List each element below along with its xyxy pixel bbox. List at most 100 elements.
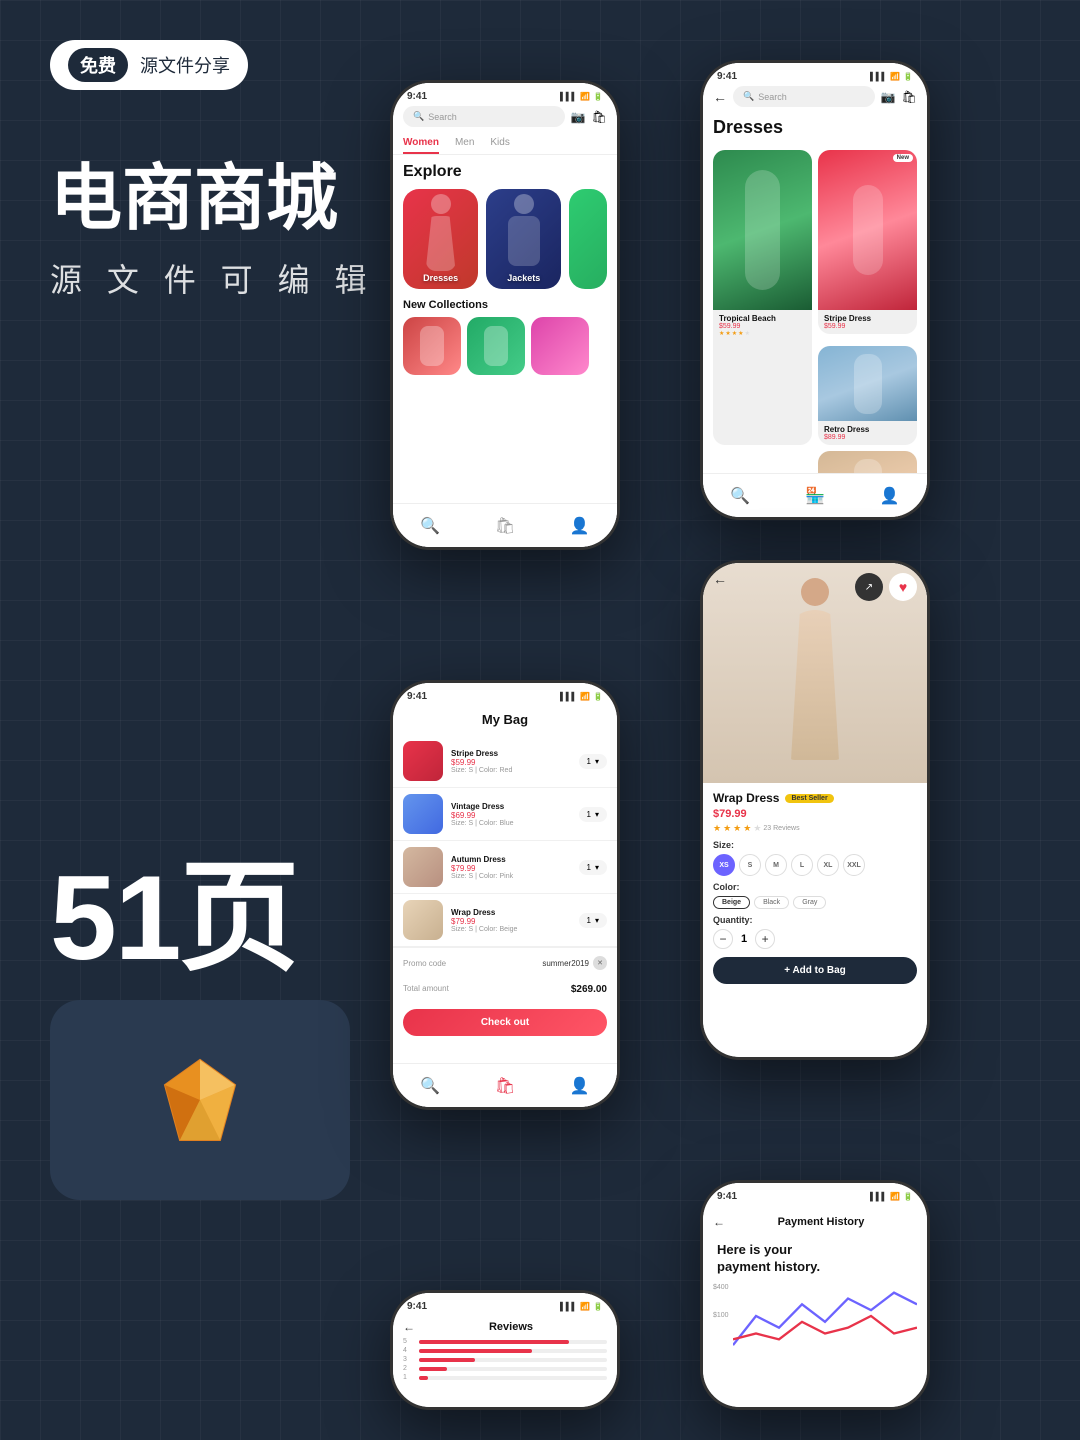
wifi-icon-3: 📶 bbox=[580, 692, 590, 701]
nav-profile-2[interactable]: 👤 bbox=[880, 486, 900, 506]
camera-icon-2[interactable]: 📷 bbox=[881, 90, 896, 104]
product-info: Wrap Dress Best Seller $79.99 ★ ★ ★ ★ ★ … bbox=[703, 783, 927, 992]
category-green[interactable] bbox=[569, 189, 607, 289]
bag-qty-3[interactable]: 1 ▾ bbox=[579, 860, 607, 875]
status-bar-2: 9:41 ▌▌▌ 📶 🔋 bbox=[703, 63, 927, 86]
signal-icon: ▌▌▌ bbox=[560, 92, 577, 101]
wifi-icon: 📶 bbox=[580, 92, 590, 101]
qty-minus[interactable]: − bbox=[713, 929, 733, 949]
size-xxl[interactable]: XXL bbox=[843, 854, 865, 876]
bag-img-stripe bbox=[403, 741, 443, 781]
category-dresses[interactable]: Dresses bbox=[403, 189, 478, 289]
qty-number: 1 bbox=[741, 933, 747, 945]
nav-bag-1[interactable]: 🛍 bbox=[495, 516, 515, 536]
time-5: 9:41 bbox=[717, 1191, 737, 1202]
bag-icon-1[interactable]: 🛍 bbox=[592, 110, 607, 124]
collection-3[interactable] bbox=[531, 317, 589, 375]
bag-qty-4[interactable]: 1 ▾ bbox=[579, 913, 607, 928]
dress-name-1: Tropical Beach bbox=[719, 314, 806, 323]
wifi-icon-2: 📶 bbox=[890, 72, 900, 81]
main-title: 电商商城 bbox=[50, 160, 374, 239]
phone-reviews: 9:41 ▌▌▌ 📶 🔋 ← Reviews 5 4 3 2 1 bbox=[390, 1290, 620, 1410]
size-s[interactable]: S bbox=[739, 854, 761, 876]
qty-plus[interactable]: + bbox=[755, 929, 775, 949]
back-arrow-5[interactable]: ← bbox=[713, 1215, 725, 1229]
category-jackets[interactable]: Jackets bbox=[486, 189, 561, 289]
promo-label: Promo code bbox=[403, 959, 446, 968]
checkout-button[interactable]: Check out bbox=[403, 1009, 607, 1036]
bag-item-size-3: Size: S | Color: Pink bbox=[451, 873, 571, 880]
bag-item-name-1: Stripe Dress bbox=[451, 749, 571, 758]
payment-title: Payment History bbox=[725, 1210, 917, 1234]
tab-men[interactable]: Men bbox=[455, 133, 474, 154]
promo-row: Promo code summer2019 ✕ bbox=[393, 947, 617, 978]
nav-store-2[interactable]: 🏪 bbox=[805, 486, 825, 506]
size-xl[interactable]: XL bbox=[817, 854, 839, 876]
tab-kids[interactable]: Kids bbox=[490, 133, 509, 154]
bag-item-price-2: $69.99 bbox=[451, 811, 571, 820]
color-beige[interactable]: Beige bbox=[713, 896, 750, 909]
bag-qty-1[interactable]: 1 ▾ bbox=[579, 754, 607, 769]
wifi-icon-5: 📶 bbox=[890, 1192, 900, 1201]
source-badge: 免费 源文件分享 bbox=[50, 40, 248, 90]
bag-item-info-2: Vintage Dress $69.99 Size: S | Color: Bl… bbox=[451, 802, 571, 827]
best-seller-badge: Best Seller bbox=[785, 794, 833, 803]
dress-card-retro[interactable]: Retro Dress $89.99 bbox=[818, 346, 917, 445]
bag-icon-2[interactable]: 🛍 bbox=[902, 90, 917, 104]
back-arrow-4[interactable]: ← bbox=[713, 571, 727, 587]
size-l[interactable]: L bbox=[791, 854, 813, 876]
dress-card-tropical[interactable]: Tropical Beach $59.99 ★★★★★ bbox=[713, 150, 812, 445]
collection-1[interactable] bbox=[403, 317, 461, 375]
tab-women[interactable]: Women bbox=[403, 133, 439, 154]
review-bars: 5 4 3 2 1 bbox=[393, 1338, 617, 1381]
nav-profile-3[interactable]: 👤 bbox=[570, 1076, 590, 1096]
signal-icon-2: ▌▌▌ bbox=[870, 72, 887, 81]
search-row-1: 🔍 Search 📷 🛍 bbox=[393, 106, 617, 133]
product-image-area: ← ↗ ♥ bbox=[703, 563, 927, 783]
color-gray[interactable]: Gray bbox=[793, 896, 826, 909]
size-xs[interactable]: XS bbox=[713, 854, 735, 876]
phone-payment: 9:41 ▌▌▌ 📶 🔋 ← Payment History Here is y… bbox=[700, 1180, 930, 1410]
wifi-icon-6: 📶 bbox=[580, 1302, 590, 1311]
search-row-2: ← 🔍 Search 📷 🛍 bbox=[703, 86, 927, 113]
status-bar-5: 9:41 ▌▌▌ 📶 🔋 bbox=[703, 1183, 927, 1206]
nav-tabs-1: Women Men Kids bbox=[393, 133, 617, 155]
review-count: 23 Reviews bbox=[763, 825, 799, 832]
bag-qty-2[interactable]: 1 ▾ bbox=[579, 807, 607, 822]
bag-item-size-2: Size: S | Color: Blue bbox=[451, 820, 571, 827]
bag-item-name-2: Vintage Dress bbox=[451, 802, 571, 811]
dresses-title: Dresses bbox=[703, 113, 927, 144]
nav-search-3[interactable]: 🔍 bbox=[420, 1076, 440, 1096]
nav-search-1[interactable]: 🔍 bbox=[420, 516, 440, 536]
total-amount: $269.00 bbox=[571, 984, 607, 995]
size-m[interactable]: M bbox=[765, 854, 787, 876]
bag-item-info-3: Autumn Dress $79.99 Size: S | Color: Pin… bbox=[451, 855, 571, 880]
heart-button[interactable]: ♥ bbox=[889, 573, 917, 601]
dress-card-stripe[interactable]: New Stripe Dress $59.99 bbox=[818, 150, 917, 334]
search-bar-1[interactable]: 🔍 Search bbox=[403, 106, 565, 127]
collection-2[interactable] bbox=[467, 317, 525, 375]
bag-item-1: Stripe Dress $59.99 Size: S | Color: Red… bbox=[393, 735, 617, 788]
share-button[interactable]: ↗ bbox=[855, 573, 883, 601]
color-label: Color: bbox=[713, 882, 917, 892]
promo-code-val: summer2019 bbox=[542, 959, 589, 968]
camera-icon-1[interactable]: 📷 bbox=[571, 110, 586, 124]
free-label: 免费 bbox=[68, 48, 128, 82]
promo-remove-btn[interactable]: ✕ bbox=[593, 956, 607, 970]
add-to-bag-button[interactable]: + Add to Bag bbox=[713, 957, 917, 984]
bag-item-info-4: Wrap Dress $79.99 Size: S | Color: Beige bbox=[451, 908, 571, 933]
explore-title: Explore bbox=[393, 163, 617, 189]
back-arrow-2[interactable]: ← bbox=[713, 89, 727, 105]
nav-search-2[interactable]: 🔍 bbox=[730, 486, 750, 506]
color-black[interactable]: Black bbox=[754, 896, 789, 909]
dress-price-1: $59.99 bbox=[719, 323, 806, 330]
nav-profile-1[interactable]: 👤 bbox=[570, 516, 590, 536]
bottom-nav-1: 🔍 🛍 👤 bbox=[393, 503, 617, 547]
qty-chevron-3: ▾ bbox=[595, 863, 599, 872]
phone-bag: 9:41 ▌▌▌ 📶 🔋 My Bag Stripe Dress $59.99 … bbox=[390, 680, 620, 1110]
nav-bag-3[interactable]: 🛍 bbox=[495, 1076, 515, 1096]
back-arrow-6[interactable]: ← bbox=[403, 1320, 415, 1334]
search-bar-2[interactable]: 🔍 Search bbox=[733, 86, 875, 107]
bag-item-price-1: $59.99 bbox=[451, 758, 571, 767]
collections-row bbox=[393, 317, 617, 375]
